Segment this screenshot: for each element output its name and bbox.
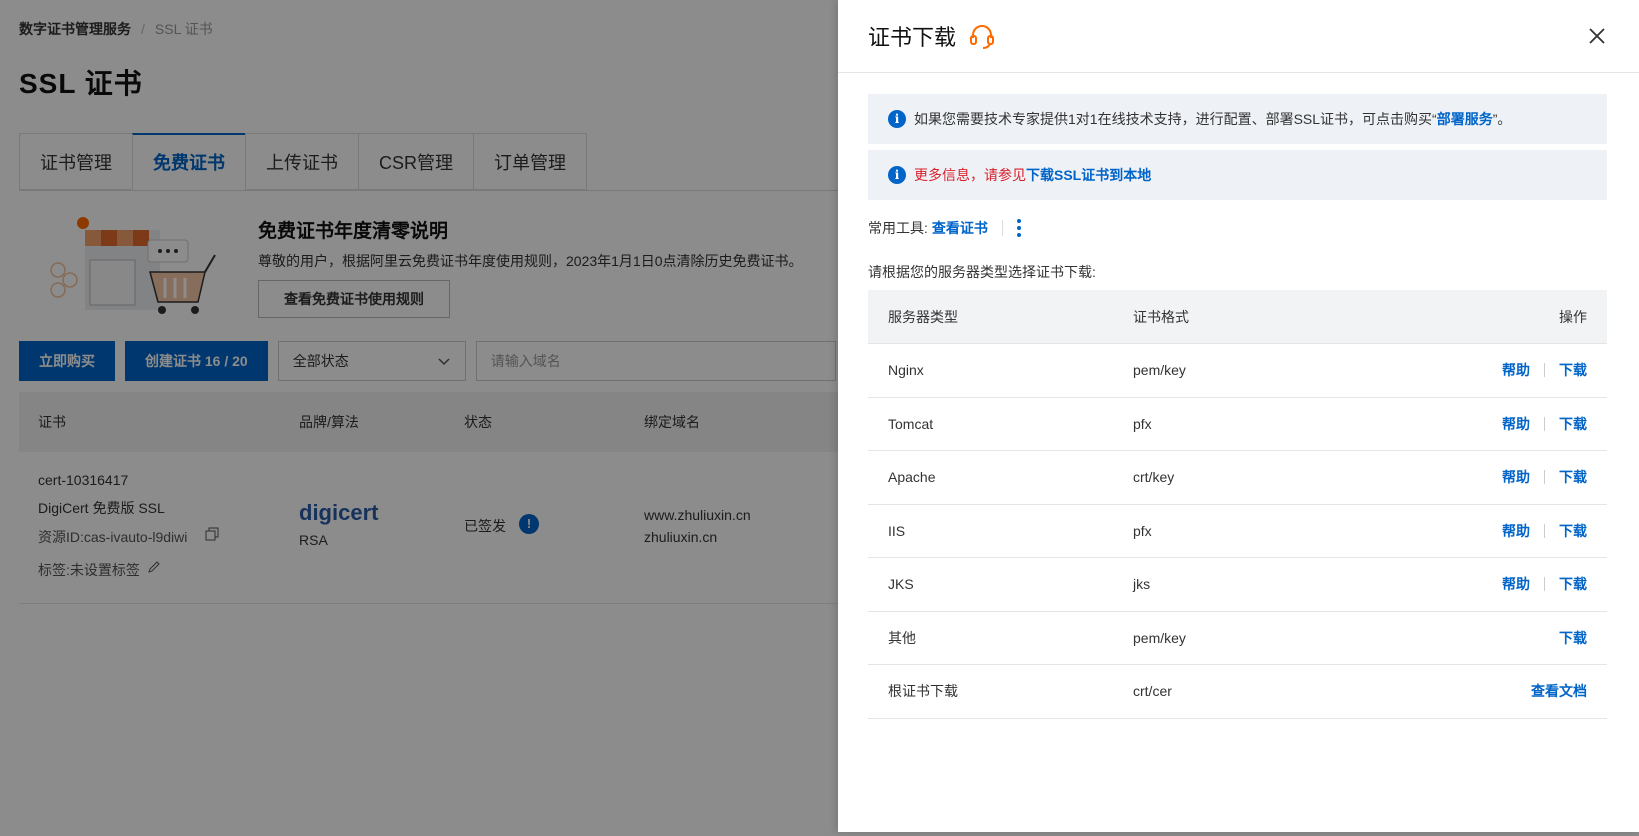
view-cert-link[interactable]: 查看证书 <box>932 218 988 238</box>
server-type: IIS <box>888 522 906 539</box>
divider <box>1001 220 1003 236</box>
deploy-service-link[interactable]: 部署服务 <box>1437 109 1493 129</box>
support-alert: i 如果您需要技术专家提供1对1在线技术支持，进行配置、部署SSL证书，可点击购… <box>868 94 1607 144</box>
col-server-type: 服务器类型 <box>888 308 958 325</box>
table-row: IIS pfx 帮助 下载 <box>868 505 1607 558</box>
server-type: Tomcat <box>888 415 934 432</box>
cert-format: pfx <box>1133 522 1152 539</box>
help-link[interactable]: 帮助 <box>1502 574 1530 594</box>
download-link[interactable]: 下载 <box>1559 521 1587 541</box>
more-info-alert: i 更多信息，请参见 下载SSL证书到本地 <box>868 150 1607 200</box>
server-type: 其他 <box>888 629 916 646</box>
headset-support-icon[interactable] <box>968 22 996 50</box>
more-vertical-icon[interactable] <box>1016 219 1021 237</box>
help-link[interactable]: 帮助 <box>1502 467 1530 487</box>
close-icon[interactable] <box>1585 24 1609 48</box>
common-tools: 常用工具: 查看证书 <box>868 218 1021 238</box>
cert-format: pem/key <box>1133 362 1186 379</box>
view-docs-link[interactable]: 查看文档 <box>1531 681 1587 701</box>
download-ssl-doc-link[interactable]: 下载SSL证书到本地 <box>1026 165 1151 185</box>
cert-format: crt/cer <box>1133 683 1172 700</box>
more-info-text: 更多信息，请参见 <box>914 167 1026 183</box>
download-table: 服务器类型 证书格式 操作 Nginx pem/key 帮助 下载 Tomcat … <box>868 290 1607 719</box>
tools-label: 常用工具: <box>868 220 928 236</box>
table-row: 其他 pem/key 下载 <box>868 612 1607 665</box>
info-icon: i <box>888 166 906 184</box>
download-link[interactable]: 下载 <box>1559 414 1587 434</box>
server-type: JKS <box>888 576 914 593</box>
drawer-header: 证书下载 <box>838 0 1639 73</box>
drawer-title: 证书下载 <box>868 25 957 50</box>
col-action: 操作 <box>1559 308 1587 325</box>
cert-format: pfx <box>1133 415 1152 432</box>
support-alert-text: 如果您需要技术专家提供1对1在线技术支持，进行配置、部署SSL证书，可点击购买“ <box>914 111 1437 127</box>
support-alert-tail: ”。 <box>1492 111 1512 127</box>
help-link[interactable]: 帮助 <box>1502 414 1530 434</box>
col-cert-format: 证书格式 <box>1133 308 1189 325</box>
cert-format: crt/key <box>1133 469 1175 486</box>
cert-format: jks <box>1133 576 1151 593</box>
help-link[interactable]: 帮助 <box>1502 360 1530 380</box>
help-link[interactable]: 帮助 <box>1502 521 1530 541</box>
server-type: Nginx <box>888 362 924 379</box>
info-icon: i <box>888 110 906 128</box>
server-type: Apache <box>888 469 936 486</box>
table-row: 根证书下载 crt/cer 查看文档 <box>868 665 1607 719</box>
cert-format: pem/key <box>1133 629 1186 646</box>
table-row: JKS jks 帮助 下载 <box>868 558 1607 612</box>
download-table-header: 服务器类型 证书格式 操作 <box>868 290 1607 344</box>
download-link[interactable]: 下载 <box>1559 574 1587 594</box>
download-link[interactable]: 下载 <box>1559 360 1587 380</box>
table-row: Tomcat pfx 帮助 下载 <box>868 398 1607 451</box>
select-server-hint: 请根据您的服务器类型选择证书下载: <box>868 264 1096 280</box>
download-link[interactable]: 下载 <box>1559 467 1587 487</box>
table-row: Apache crt/key 帮助 下载 <box>868 451 1607 505</box>
server-type: 根证书下载 <box>888 683 958 700</box>
table-row: Nginx pem/key 帮助 下载 <box>868 344 1607 398</box>
cert-download-drawer: 证书下载 i 如果您需要技术专家提供1对1在线技术支持，进行配置、部署SSL证书… <box>838 0 1639 832</box>
download-link[interactable]: 下载 <box>1559 628 1587 648</box>
